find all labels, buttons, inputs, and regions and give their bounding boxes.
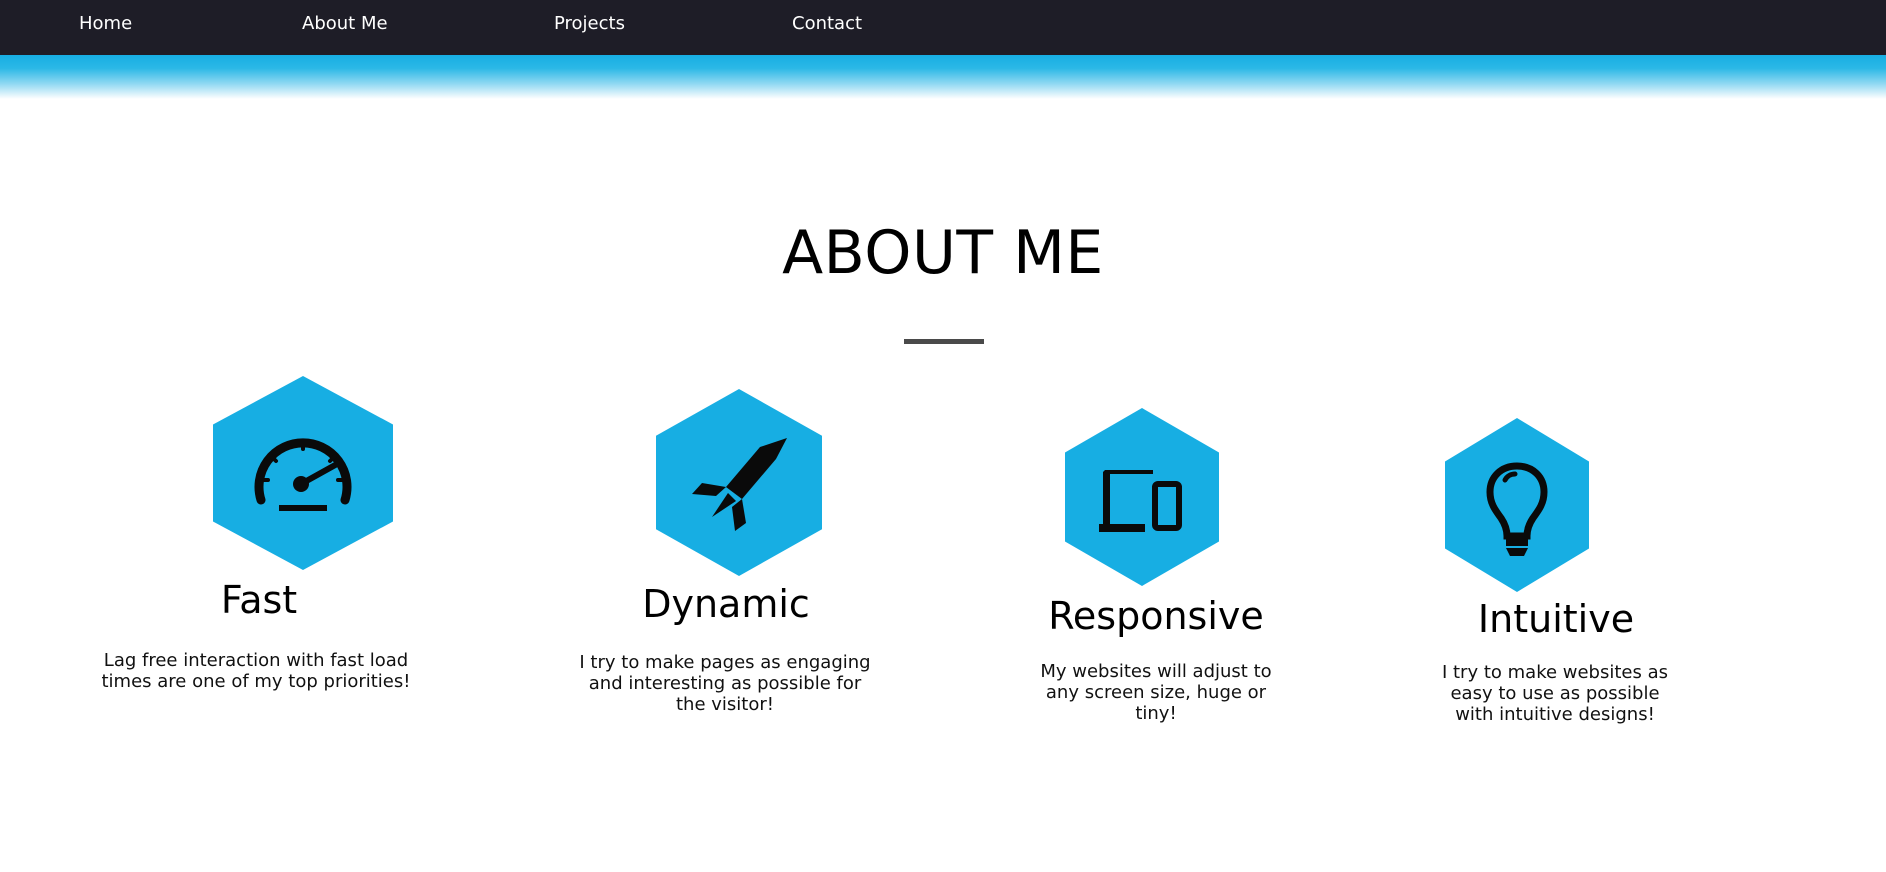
nav-link-projects[interactable]: Projects [554,13,625,34]
nav-link-home[interactable]: Home [79,13,132,34]
lightbulb-icon [1486,462,1548,556]
nav-link-contact[interactable]: Contact [792,13,862,34]
feature-title-responsive: Responsive [1048,594,1264,638]
title-divider [904,339,984,344]
nav-link-about-me[interactable]: About Me [302,13,388,34]
feature-hexagon-dynamic [656,389,822,576]
feature-description-fast: Lag free interaction with fast load time… [101,650,411,692]
devices-icon [1099,470,1182,532]
section-title: ABOUT ME [782,218,1104,288]
feature-description-dynamic: I try to make pages as engaging and inte… [579,652,871,715]
nav-glow-bar [0,55,1886,99]
rocket-icon [692,438,787,531]
speedometer-icon [254,438,352,511]
feature-hexagon-intuitive [1445,418,1589,592]
feature-title-fast: Fast [220,578,298,622]
feature-hexagon-responsive [1065,408,1219,586]
feature-title-dynamic: Dynamic [642,582,810,626]
top-nav: Home About Me Projects Contact [0,0,1886,55]
feature-description-responsive: My websites will adjust to any screen si… [1040,661,1272,724]
feature-hexagon-fast [213,376,393,570]
feature-title-intuitive: Intuitive [1477,597,1635,641]
feature-description-intuitive: I try to make websites as easy to use as… [1441,662,1669,725]
